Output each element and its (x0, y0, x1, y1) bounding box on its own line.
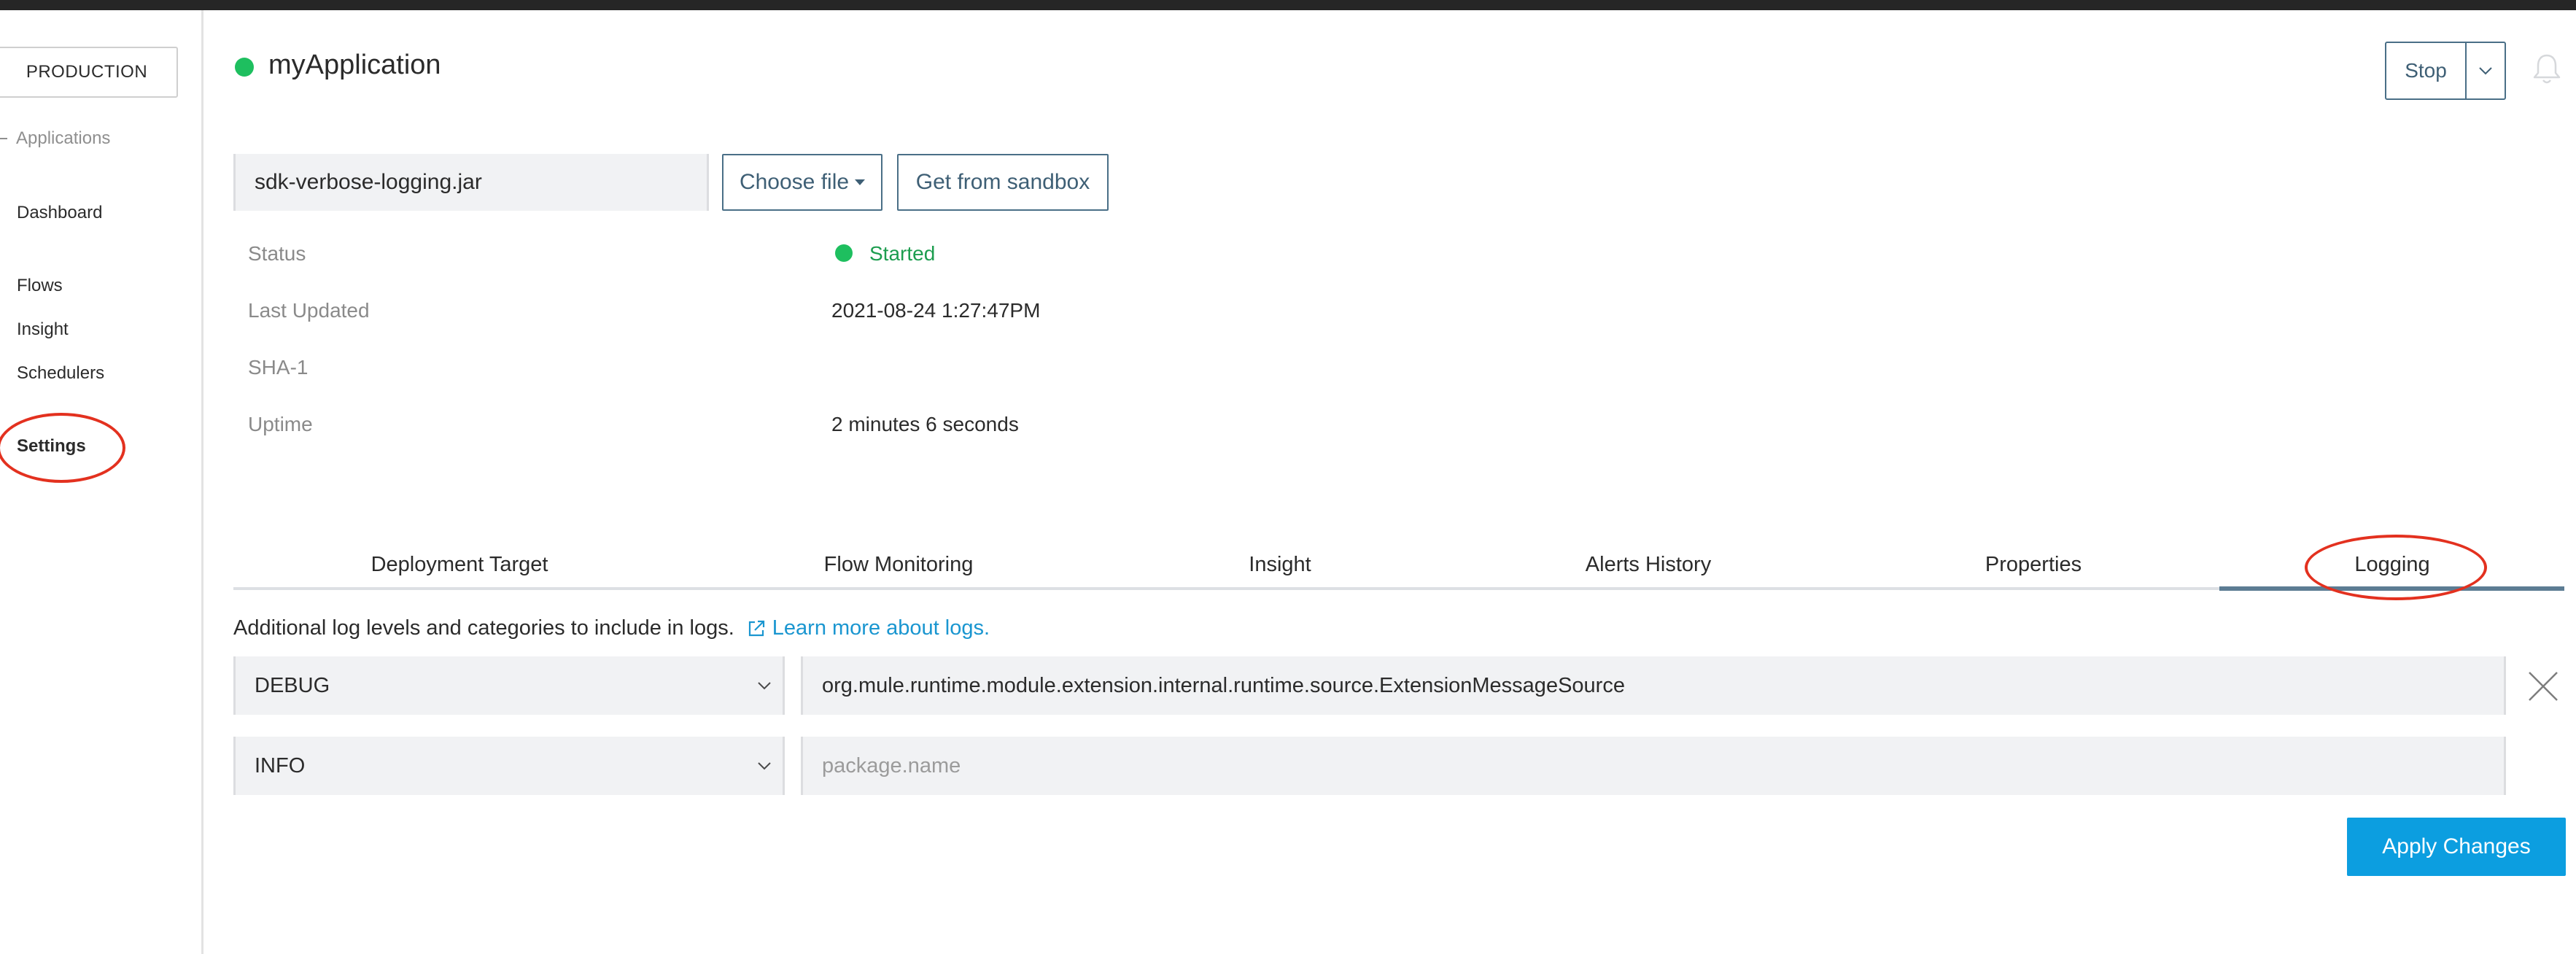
logging-description-row: Additional log levels and categories to … (233, 616, 990, 640)
bell-icon[interactable] (2531, 51, 2563, 86)
get-from-sandbox-button[interactable]: Get from sandbox (897, 154, 1109, 211)
tab-insight[interactable]: Insight (1249, 553, 1311, 577)
last-updated-value: 2021-08-24 1:27:47PM (831, 299, 1041, 322)
tab-logging[interactable]: Logging (2354, 553, 2429, 577)
sidebar-item-settings[interactable]: Settings (17, 436, 86, 457)
tab-properties[interactable]: Properties (1985, 553, 2082, 577)
caret-down-icon (855, 179, 866, 185)
uptime-label: Uptime (248, 413, 313, 435)
learn-more-link[interactable]: Learn more about logs. (746, 616, 990, 640)
collapse-icon (0, 138, 7, 139)
status-label: Status (248, 242, 306, 265)
sidebar: PRODUCTION Applications Dashboard Flows … (0, 10, 203, 954)
sidebar-section-applications[interactable]: Applications (0, 128, 110, 149)
tab-deployment-target[interactable]: Deployment Target (371, 553, 548, 577)
sidebar-item-insight[interactable]: Insight (17, 319, 69, 340)
tab-alerts-history[interactable]: Alerts History (1586, 553, 1711, 577)
apply-changes-button[interactable]: Apply Changes (2347, 818, 2566, 876)
package-name-input[interactable]: org.mule.runtime.module.extension.intern… (801, 656, 2506, 715)
chevron-down-icon (758, 762, 771, 770)
remove-row-icon[interactable] (2526, 670, 2560, 703)
package-name-input[interactable]: package.name (801, 737, 2506, 795)
log-level-value: INFO (255, 753, 306, 777)
sidebar-item-dashboard[interactable]: Dashboard (17, 203, 102, 223)
stop-menu-button[interactable] (2467, 43, 2505, 98)
choose-file-label: Choose file (739, 170, 850, 194)
page-title: myApplication (268, 50, 441, 80)
app-status-indicator (235, 58, 254, 77)
package-name-placeholder: package.name (822, 753, 961, 777)
choose-file-button[interactable]: Choose file (722, 154, 882, 211)
learn-more-label: Learn more about logs. (772, 616, 990, 640)
top-bar (0, 0, 2576, 10)
sidebar-section-label: Applications (16, 128, 111, 148)
tabs-divider (233, 587, 2564, 590)
environment-selector[interactable]: PRODUCTION (0, 47, 178, 98)
log-level-value: DEBUG (255, 673, 330, 697)
sidebar-item-flows[interactable]: Flows (17, 276, 63, 296)
active-tab-indicator (2219, 586, 2564, 591)
status-value: Started (869, 242, 936, 265)
log-level-select[interactable]: DEBUG (233, 656, 785, 715)
stop-button-group: Stop (2385, 42, 2506, 100)
external-link-icon (748, 620, 764, 636)
chevron-down-icon (2479, 67, 2492, 75)
chevron-down-icon (758, 682, 771, 690)
last-updated-label: Last Updated (248, 299, 370, 322)
sidebar-item-schedulers[interactable]: Schedulers (17, 363, 104, 384)
file-name-field[interactable]: sdk-verbose-logging.jar (233, 154, 709, 211)
uptime-value: 2 minutes 6 seconds (831, 413, 1019, 435)
logging-description: Additional log levels and categories to … (233, 616, 734, 640)
status-indicator (835, 244, 853, 262)
sha1-label: SHA-1 (248, 356, 309, 379)
tab-flow-monitoring[interactable]: Flow Monitoring (824, 553, 974, 577)
log-level-select[interactable]: INFO (233, 737, 785, 795)
stop-button[interactable]: Stop (2386, 43, 2467, 98)
